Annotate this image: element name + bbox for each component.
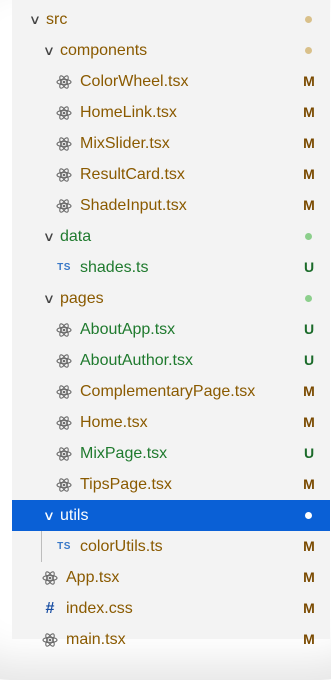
chevron-down-icon[interactable]: ∨	[40, 221, 58, 252]
react-icon	[55, 66, 73, 97]
tree-file-complementarypage[interactable]: ComplementaryPage.tsx M	[12, 376, 330, 407]
tree-file-mixpage[interactable]: MixPage.tsx U	[12, 438, 330, 469]
git-status-badge: M	[303, 73, 315, 89]
tree-file-aboutapp[interactable]: AboutApp.tsx U	[12, 314, 330, 345]
file-label: colorUtils.ts	[80, 538, 163, 555]
tree-folder-components[interactable]: ∨ components	[12, 35, 330, 66]
react-icon	[41, 562, 59, 593]
file-label: HomeLink.tsx	[80, 104, 177, 121]
git-status-badge: U	[303, 352, 315, 368]
tree-file-indexcss[interactable]: # index.css M	[12, 593, 330, 624]
git-status-badge: M	[303, 538, 315, 554]
file-label: ComplementaryPage.tsx	[80, 383, 256, 400]
git-status-badge: U	[303, 321, 315, 337]
modified-dot-icon	[305, 16, 312, 23]
typescript-icon: TS	[57, 262, 71, 273]
react-icon	[55, 469, 73, 500]
react-icon	[55, 376, 73, 407]
chevron-down-icon[interactable]: ∨	[40, 500, 58, 531]
git-status-badge: M	[303, 476, 315, 492]
folder-label: pages	[60, 290, 104, 307]
tree-file-colorwheel[interactable]: ColorWheel.tsx M	[12, 66, 330, 97]
tree-folder-data[interactable]: ∨ data	[12, 221, 330, 252]
tree-file-tipspage[interactable]: TipsPage.tsx M	[12, 469, 330, 500]
git-status-badge: U	[303, 259, 315, 275]
react-icon	[55, 97, 73, 128]
tree-file-resultcard[interactable]: ResultCard.tsx M	[12, 159, 330, 190]
file-label: ColorWheel.tsx	[80, 73, 189, 90]
file-label: ResultCard.tsx	[80, 166, 185, 183]
react-icon	[41, 624, 59, 655]
react-icon	[55, 159, 73, 190]
folder-label: utils	[60, 507, 89, 524]
folder-label: data	[60, 228, 92, 245]
untracked-dot-icon	[305, 295, 312, 302]
tree-file-aboutauthor[interactable]: AboutAuthor.tsx U	[12, 345, 330, 376]
react-icon	[55, 345, 73, 376]
file-label: MixSlider.tsx	[80, 135, 170, 152]
git-status-badge: M	[303, 135, 315, 151]
file-label: AboutAuthor.tsx	[80, 352, 193, 369]
git-status-badge: M	[303, 383, 315, 399]
modified-dot-icon	[305, 47, 312, 54]
react-icon	[55, 190, 73, 221]
tree-file-homelink[interactable]: HomeLink.tsx M	[12, 97, 330, 128]
explorer-panel: ∨ src ∨ components ColorWheel.tsx M Home…	[12, 0, 330, 648]
file-tree: ∨ src ∨ components ColorWheel.tsx M Home…	[12, 4, 330, 655]
chevron-down-icon[interactable]: ∨	[40, 283, 58, 314]
untracked-dot-icon	[305, 233, 312, 240]
file-label: shades.ts	[80, 259, 149, 276]
file-label: MixPage.tsx	[80, 445, 168, 462]
chevron-down-icon[interactable]: ∨	[40, 35, 58, 66]
indent-guide	[41, 531, 42, 562]
file-label: App.tsx	[66, 569, 120, 586]
tree-file-colorutils[interactable]: TS colorUtils.ts M	[12, 531, 330, 562]
file-label: index.css	[66, 600, 133, 617]
react-icon	[55, 438, 73, 469]
chevron-down-icon[interactable]: ∨	[26, 4, 44, 35]
tree-folder-pages[interactable]: ∨ pages	[12, 283, 330, 314]
tree-file-main[interactable]: main.tsx M	[12, 624, 330, 655]
tree-file-shadeinput[interactable]: ShadeInput.tsx M	[12, 190, 330, 221]
file-label: ShadeInput.tsx	[80, 197, 187, 214]
css-hash-icon: #	[45, 600, 55, 617]
react-icon	[55, 314, 73, 345]
git-status-badge: M	[303, 414, 315, 430]
git-status-badge: M	[303, 166, 315, 182]
git-status-badge: U	[303, 445, 315, 461]
folder-label: components	[60, 42, 148, 59]
git-status-badge: M	[303, 569, 315, 585]
tree-file-mixslider[interactable]: MixSlider.tsx M	[12, 128, 330, 159]
tree-file-home[interactable]: Home.tsx M	[12, 407, 330, 438]
modified-dot-icon	[305, 512, 312, 519]
tree-folder-src[interactable]: ∨ src	[12, 4, 330, 35]
tree-file-app[interactable]: App.tsx M	[12, 562, 330, 593]
typescript-icon: TS	[57, 541, 71, 552]
tree-file-shades[interactable]: TS shades.ts U	[12, 252, 330, 283]
git-status-badge: M	[303, 631, 315, 647]
react-icon	[55, 128, 73, 159]
git-status-badge: M	[303, 197, 315, 213]
file-label: TipsPage.tsx	[80, 476, 172, 493]
tree-folder-utils[interactable]: ∨ utils	[12, 500, 330, 531]
git-status-badge: M	[303, 600, 315, 616]
file-label: AboutApp.tsx	[80, 321, 176, 338]
git-status-badge: M	[303, 104, 315, 120]
file-label: main.tsx	[66, 631, 126, 648]
folder-label: src	[46, 11, 68, 28]
react-icon	[55, 407, 73, 438]
file-label: Home.tsx	[80, 414, 148, 431]
